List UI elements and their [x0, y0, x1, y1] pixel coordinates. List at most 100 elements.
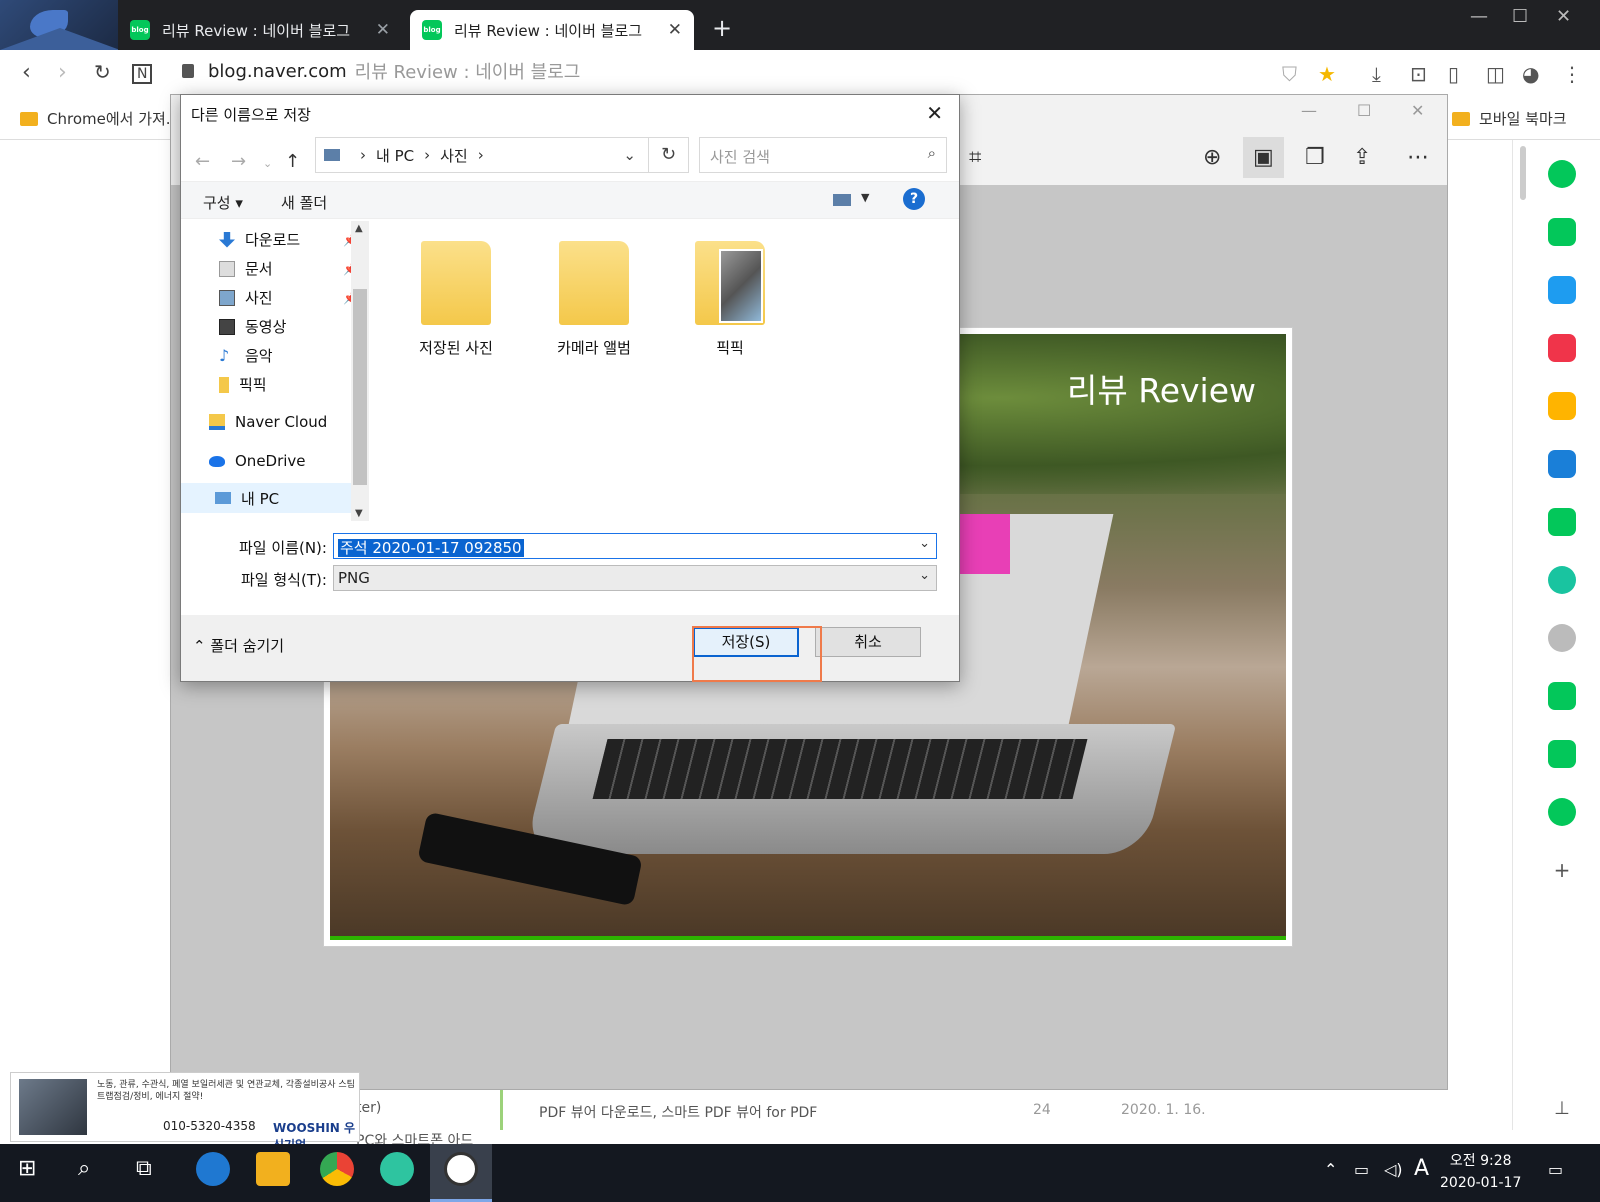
cancel-button[interactable]: 취소 — [815, 627, 921, 657]
forward-arrow-icon[interactable]: → — [231, 151, 246, 172]
notification-icon[interactable] — [1548, 218, 1576, 246]
crop-icon[interactable]: ⌗ — [969, 145, 981, 170]
dialog-close-button[interactable]: ✕ — [926, 101, 943, 125]
shield-icon[interactable]: ⛉ — [1282, 62, 1297, 86]
volume-icon[interactable]: ◁) — [1384, 1160, 1403, 1179]
tab-close-icon[interactable]: ✕ — [376, 20, 390, 40]
copy-icon[interactable]: ❐ — [1305, 145, 1325, 170]
tray-chevron-icon[interactable]: ⌃ — [1324, 1160, 1337, 1179]
chrome-icon[interactable] — [320, 1152, 354, 1186]
tree-item-naver-cloud[interactable]: Naver Cloud — [209, 413, 327, 431]
ad-banner[interactable]: 노동, 관류, 수관식, 폐열 보일러세관 및 연관교체, 각종설비공사 스팀트… — [10, 1072, 360, 1152]
tab-close-icon[interactable]: ✕ — [668, 20, 682, 40]
bookmark-mobile[interactable]: 모바일 북마크 — [1452, 108, 1567, 129]
star-bookmark-icon[interactable]: ★ — [1318, 62, 1336, 86]
capture-icon[interactable]: ⊡ — [1410, 62, 1427, 86]
address-dropdown-icon[interactable]: ⌄ — [623, 146, 636, 164]
memo-icon[interactable] — [1548, 508, 1576, 536]
tree-item-pictures[interactable]: 사진 📌 — [219, 287, 358, 308]
organize-button[interactable]: 구성 ▾ — [203, 192, 243, 213]
tab-active[interactable]: blog 리뷰 Review : 네이버 블로그 ✕ — [410, 10, 694, 50]
filename-input[interactable]: 주석 2020-01-17 092850 ⌄ — [333, 533, 937, 559]
ime-indicator[interactable]: A — [1414, 1156, 1429, 1181]
folder-picpick[interactable]: 픽픽 — [675, 241, 785, 358]
bookmark-imported[interactable]: Chrome에서 가져... — [20, 108, 180, 129]
tree-item-music[interactable]: ♪ 음악 — [219, 345, 273, 366]
tab-inactive[interactable]: blog 리뷰 Review : 네이버 블로그 ✕ — [118, 10, 402, 50]
bookmark-icon[interactable] — [1548, 798, 1576, 826]
viewer-close-button[interactable]: ✕ — [1411, 101, 1424, 120]
tree-item-onedrive[interactable]: OneDrive — [209, 452, 306, 470]
whale-browser-icon[interactable] — [380, 1152, 414, 1186]
back-icon[interactable]: ‹ — [22, 60, 31, 85]
image-viewer-app-icon[interactable] — [444, 1152, 478, 1186]
favorite-star-icon[interactable] — [1548, 392, 1576, 420]
save-icon[interactable]: ▣ — [1243, 137, 1284, 178]
add-icon[interactable]: + — [1548, 858, 1576, 886]
naver-green-icon[interactable] — [1548, 160, 1576, 188]
blog-icon[interactable] — [1548, 740, 1576, 768]
viewer-maximize-button[interactable]: ☐ — [1357, 101, 1371, 120]
filetype-dropdown-icon[interactable]: ⌄ — [919, 568, 930, 583]
scroll-down-icon[interactable]: ▼ — [355, 508, 363, 519]
tree-item-documents[interactable]: 문서 📌 — [219, 258, 358, 279]
file-explorer-icon[interactable] — [256, 1152, 290, 1186]
notification-center-icon[interactable]: ▭ — [1548, 1160, 1563, 1179]
pin-icon[interactable]: ⊥ — [1548, 1098, 1576, 1126]
scroll-thumb[interactable] — [353, 289, 367, 485]
menu-kebab-icon[interactable]: ⋮ — [1562, 62, 1582, 86]
post-title[interactable]: PDF 뷰어 다운로드, 스마트 PDF 뷰어 for PDF — [539, 1102, 817, 1122]
profile-avatar-icon[interactable]: ◕ — [1522, 62, 1539, 86]
help-button[interactable]: ? — [903, 188, 925, 210]
reader-icon[interactable]: ▯ — [1448, 62, 1459, 86]
reload-icon[interactable]: ↻ — [94, 60, 111, 84]
minimize-button[interactable]: — — [1470, 6, 1488, 27]
download-icon[interactable]: ⤓ — [1372, 62, 1381, 86]
play-icon[interactable] — [1548, 566, 1576, 594]
character-icon[interactable] — [1548, 624, 1576, 652]
page-scrollbar[interactable] — [1520, 146, 1526, 200]
address-breadcrumb[interactable]: › 내 PC › 사진 › ⌄ — [315, 137, 649, 173]
tree-item-downloads[interactable]: 다운로드 📌 — [219, 229, 358, 250]
refresh-button[interactable]: ↻ — [649, 137, 689, 173]
naver-n-icon[interactable]: N — [132, 64, 153, 84]
new-tab-button[interactable]: + — [712, 14, 732, 42]
zoom-in-icon[interactable]: ⊕ — [1203, 145, 1221, 170]
calendar-icon[interactable] — [1548, 276, 1576, 304]
system-clock[interactable]: 오전 9:28 2020-01-17 — [1440, 1150, 1521, 1194]
scroll-up-icon[interactable]: ▲ — [355, 223, 363, 234]
translate-icon[interactable] — [1548, 450, 1576, 478]
forward-icon[interactable]: › — [58, 60, 67, 85]
breadcrumb-pictures[interactable]: 사진 — [440, 145, 468, 166]
edge-icon[interactable] — [196, 1152, 230, 1186]
share-icon[interactable]: ⇪ — [1353, 145, 1371, 170]
hide-folders-toggle[interactable]: ⌃ 폴더 숨기기 — [193, 635, 284, 656]
tree-item-this-pc[interactable]: 내 PC — [181, 483, 351, 513]
sidebar-toggle-icon[interactable]: ◫ — [1486, 62, 1505, 86]
up-arrow-icon[interactable]: ↑ — [285, 151, 300, 172]
search-icon[interactable]: ⌕ — [78, 1156, 90, 1181]
breadcrumb-pc[interactable]: 내 PC — [376, 145, 414, 166]
dictionary-icon[interactable] — [1548, 682, 1576, 710]
view-options-icon[interactable] — [833, 194, 851, 206]
tree-item-videos[interactable]: 동영상 — [219, 316, 286, 337]
folder-saved-pictures[interactable]: 저장된 사진 — [401, 241, 511, 358]
recent-dropdown-icon[interactable]: ⌄ — [263, 157, 272, 170]
filetype-select[interactable]: PNG ⌄ — [333, 565, 937, 591]
mail-icon[interactable] — [1548, 334, 1576, 362]
folder-camera-roll[interactable]: 카메라 앨범 — [539, 241, 649, 358]
filename-dropdown-icon[interactable]: ⌄ — [919, 536, 930, 551]
search-input[interactable]: 사진 검색 ⌕ — [699, 137, 947, 173]
tree-scrollbar[interactable]: ▲ ▼ — [351, 221, 369, 521]
new-folder-button[interactable]: 새 폴더 — [281, 192, 327, 213]
maximize-button[interactable]: ☐ — [1512, 6, 1528, 27]
windows-start-icon[interactable]: ⊞ — [18, 1156, 36, 1181]
task-view-icon[interactable]: ⧉ — [136, 1156, 152, 1181]
view-dropdown-icon[interactable]: ▼ — [861, 191, 869, 204]
more-icon[interactable]: ⋯ — [1407, 145, 1429, 170]
back-arrow-icon[interactable]: ← — [195, 151, 210, 172]
viewer-minimize-button[interactable]: — — [1301, 101, 1317, 120]
close-window-button[interactable]: ✕ — [1556, 6, 1571, 27]
network-icon[interactable]: ▭ — [1354, 1160, 1369, 1179]
address-bar[interactable]: blog.naver.com 리뷰 Review : 네이버 블로그 — [182, 58, 580, 84]
